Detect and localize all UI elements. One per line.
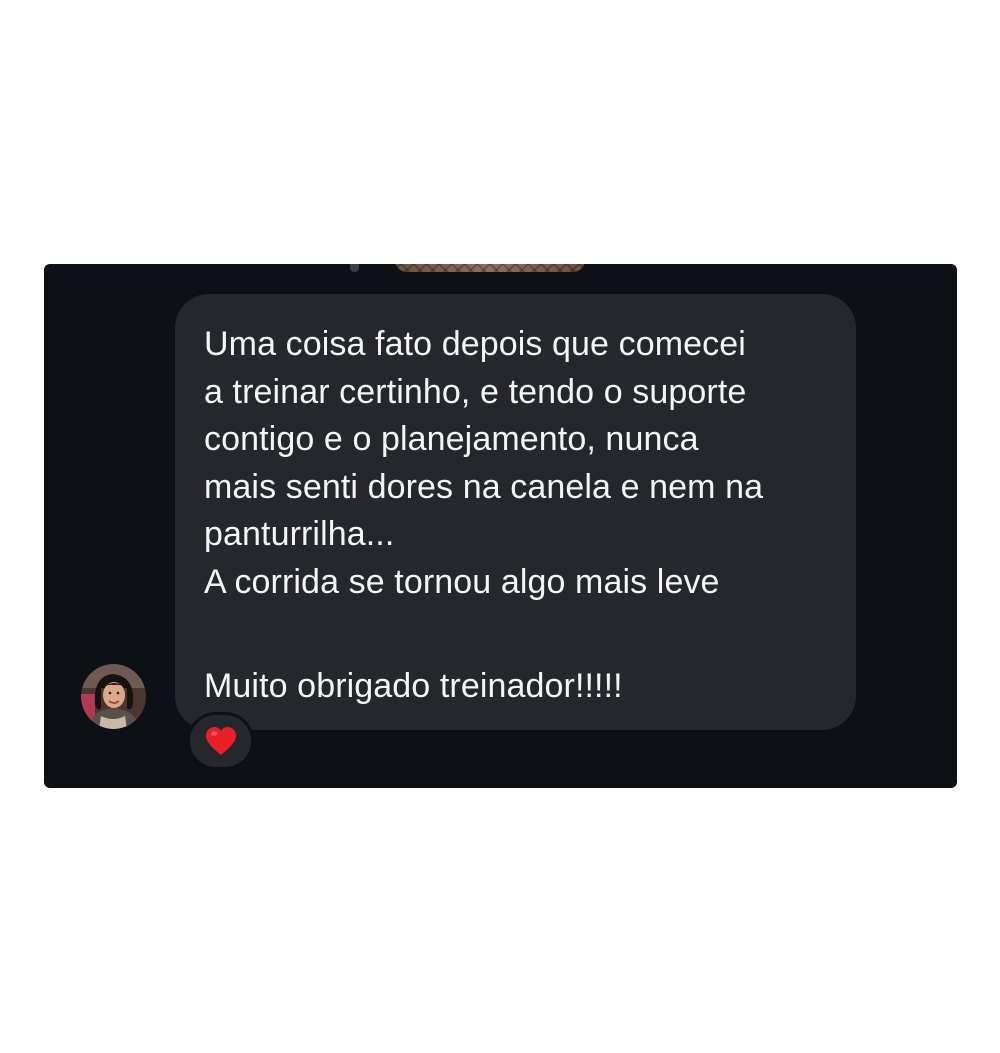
previous-shared-image[interactable] <box>395 264 585 272</box>
message-line: panturrilha... <box>204 515 395 553</box>
message-line: Muito obrigado treinador!!!!! <box>204 667 623 705</box>
previous-message-edge <box>350 264 359 272</box>
message-line: A corrida se tornou algo mais leve <box>204 562 720 601</box>
message-line: contigo e o planejamento, nunca <box>204 420 699 458</box>
message-bubble[interactable]: Uma coisa fato depois que comecei a trei… <box>175 294 856 730</box>
sender-avatar[interactable] <box>81 664 146 729</box>
previous-message-media[interactable] <box>219 264 585 276</box>
avatar-photo <box>81 664 146 729</box>
message-line: Uma coisa fato depois que comecei <box>204 325 746 363</box>
reaction-badge[interactable] <box>187 712 254 770</box>
red-heart-icon <box>205 727 236 755</box>
chat-thread: Uma coisa fato depois que comecei a trei… <box>44 264 957 788</box>
message-line: mais senti dores na canela e nem na <box>204 467 764 506</box>
message-line: a treinar certinho, e tendo o suporte <box>204 372 747 411</box>
